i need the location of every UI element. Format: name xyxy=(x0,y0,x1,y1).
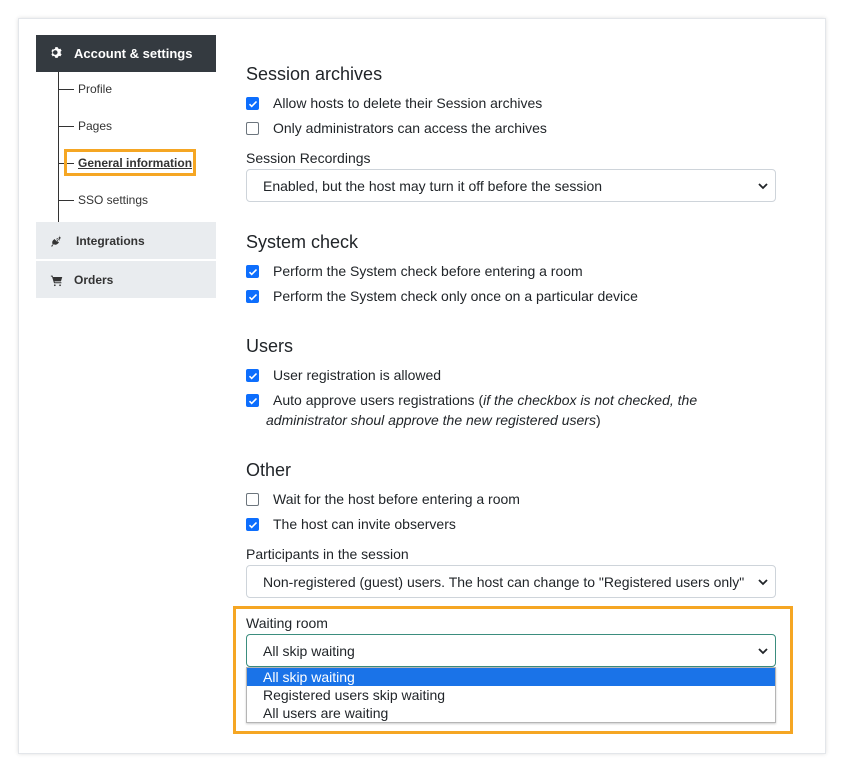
sidebar-item-label: Profile xyxy=(78,82,113,96)
section-title-session-archives: Session archives xyxy=(246,64,383,84)
checkbox-label: Perform the System check before entering… xyxy=(273,263,583,279)
highlight-box-waiting-room xyxy=(233,606,793,734)
checkbox-label: User registration is allowed xyxy=(273,367,442,383)
participants-select[interactable]: Non-registered (guest) users. The host c… xyxy=(246,565,776,598)
sidebar-item-label: Orders xyxy=(74,273,114,287)
checkbox-label: Only administrators can access the archi… xyxy=(273,120,547,136)
chevron-down-icon xyxy=(758,579,768,586)
checkbox-unchecked[interactable] xyxy=(246,122,259,135)
checkbox-label: Perform the System check only once on a … xyxy=(273,288,638,304)
tree-branch xyxy=(58,126,74,127)
checkbox-checked[interactable] xyxy=(246,97,259,110)
chevron-down-icon xyxy=(758,183,768,190)
label-text: Auto approve users registrations ( xyxy=(273,392,484,408)
checkbox-auto-approve-registrations[interactable]: Auto approve users registrations (if the… xyxy=(246,390,786,430)
checkbox-checked[interactable] xyxy=(246,369,259,382)
checkbox-checked[interactable] xyxy=(246,290,259,303)
select-value: Non-registered (guest) users. The host c… xyxy=(263,574,747,590)
select-value: Enabled, but the host may turn it off be… xyxy=(263,178,603,194)
sidebar-item-sso-settings[interactable]: SSO settings xyxy=(58,191,208,211)
checkbox-label: Auto approve users registrations (if the… xyxy=(273,390,697,410)
sidebar-item-orders[interactable]: Orders xyxy=(36,261,216,298)
section-title-system-check: System check xyxy=(246,232,359,252)
tree-branch xyxy=(58,89,74,90)
tree-branch xyxy=(58,200,74,201)
checkbox-label-continued: administrator shoul approve the new regi… xyxy=(266,410,601,430)
cart-icon xyxy=(50,275,63,287)
sidebar-item-label: SSO settings xyxy=(78,193,149,207)
checkbox-checked[interactable] xyxy=(246,265,259,278)
gear-icon xyxy=(51,47,62,58)
session-recordings-label: Session Recordings xyxy=(246,150,371,166)
sidebar-item-label: Pages xyxy=(78,119,113,133)
checkbox-label: The host can invite observers xyxy=(273,516,456,532)
label-hint: administrator shoul approve the new regi… xyxy=(266,412,596,428)
highlight-box-general-information xyxy=(64,149,196,176)
label-hint: if the checkbox is not checked, the xyxy=(483,392,698,408)
participants-label: Participants in the session xyxy=(246,546,409,562)
section-title-other: Other xyxy=(246,460,292,480)
sidebar-header-label: Account & settings xyxy=(74,46,193,61)
sidebar-item-profile[interactable]: Profile xyxy=(58,80,208,100)
label-text: ) xyxy=(595,412,601,428)
sidebar-item-integrations[interactable]: Integrations xyxy=(36,222,216,259)
checkbox-label: Wait for the host before entering a room xyxy=(273,491,520,507)
sidebar-header-account-settings[interactable]: Account & settings xyxy=(36,35,216,72)
checkbox-checked[interactable] xyxy=(246,518,259,531)
checkbox-unchecked[interactable] xyxy=(246,493,259,506)
sidebar-item-pages[interactable]: Pages xyxy=(58,117,208,137)
session-recordings-select[interactable]: Enabled, but the host may turn it off be… xyxy=(246,169,776,202)
section-title-users: Users xyxy=(246,336,294,356)
plug-icon xyxy=(51,235,61,247)
checkbox-checked[interactable] xyxy=(246,394,259,407)
checkbox-label: Allow hosts to delete their Session arch… xyxy=(273,95,543,111)
sidebar-item-label: Integrations xyxy=(76,234,145,248)
